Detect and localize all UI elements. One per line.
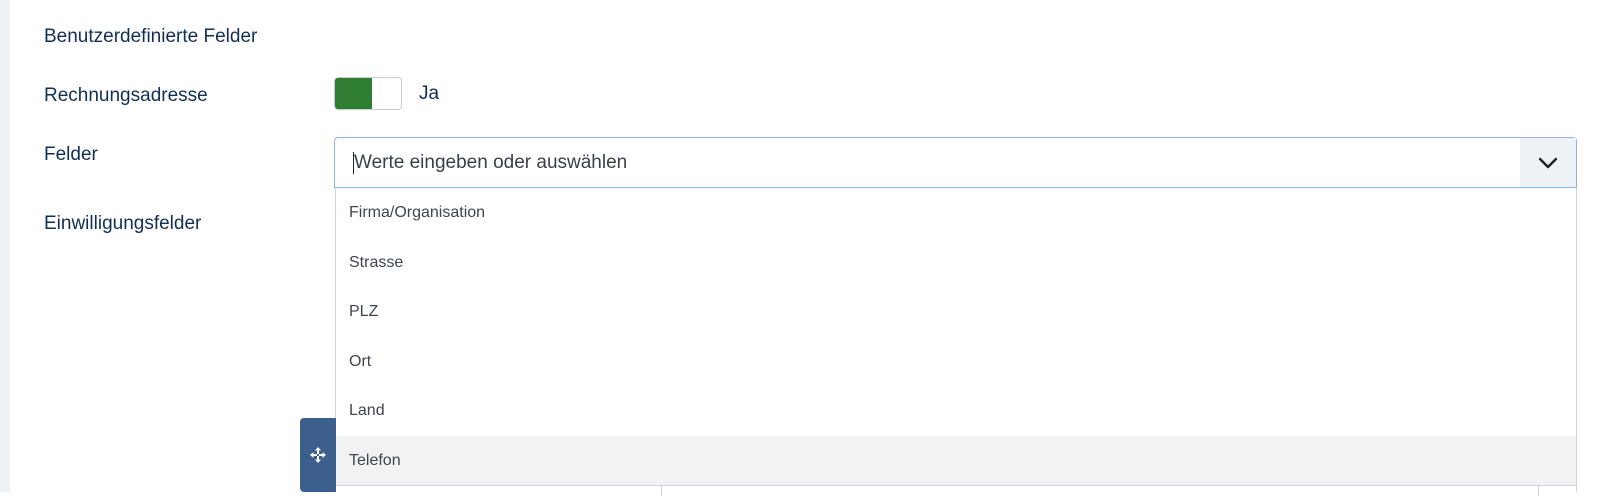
consent-textarea[interactable]: [661, 486, 1539, 496]
fields-option[interactable]: Ort: [336, 337, 1576, 387]
fields-select[interactable]: [334, 137, 1577, 188]
left-rail: [0, 0, 10, 492]
fields-option[interactable]: PLZ: [336, 287, 1576, 337]
fields-option[interactable]: Telefon: [336, 435, 1576, 486]
billing-address-toggle-value: Ja: [419, 83, 440, 104]
fields-option[interactable]: Strasse: [336, 238, 1576, 288]
consent-fields-label: Einwilligungsfelder: [44, 213, 202, 234]
move-handle[interactable]: [300, 418, 336, 492]
fields-search-input[interactable]: [353, 138, 1464, 187]
fields-option[interactable]: Land: [336, 386, 1576, 436]
fields-option[interactable]: Firma/Organisation: [336, 188, 1576, 238]
billing-address-label: Rechnungsadresse: [44, 85, 208, 106]
text-caret: [353, 152, 354, 174]
custom-fields-heading: Benutzerdefinierte Felder: [44, 26, 258, 47]
fields-select-toggle-button[interactable]: [1520, 138, 1576, 187]
toggle-on-indicator: [335, 78, 372, 109]
fields-dropdown-list: Firma/Organisation Strasse PLZ Ort Land Telef…: [335, 188, 1577, 492]
chevron-down-icon: [1538, 157, 1558, 168]
move-icon: [310, 447, 326, 463]
billing-address-toggle[interactable]: [334, 77, 402, 110]
fields-label: Felder: [44, 144, 98, 165]
